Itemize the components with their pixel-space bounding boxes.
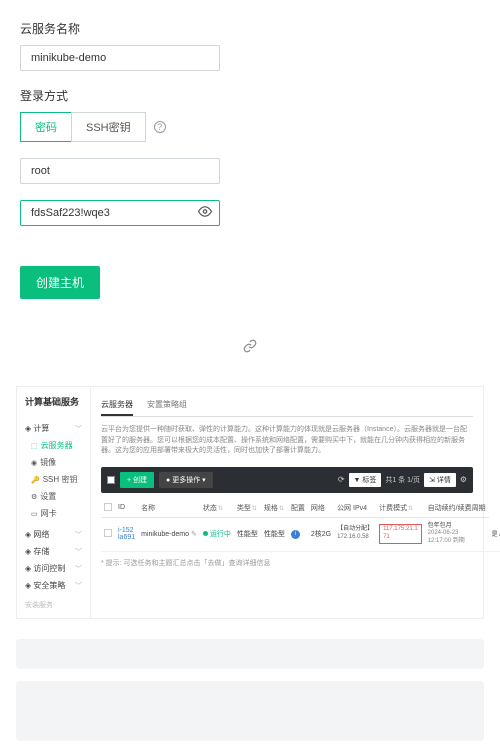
key-icon: 🔑 bbox=[31, 476, 40, 484]
name-label: 云服务名称 bbox=[20, 20, 480, 37]
sidebar-item-settings[interactable]: ⚙设置 bbox=[17, 488, 90, 505]
image-icon: ◉ bbox=[31, 459, 37, 467]
tab-ssh[interactable]: SSH密钥 bbox=[71, 112, 146, 142]
chevron-down-icon: ﹀ bbox=[75, 547, 82, 557]
edit-icon[interactable]: ✎ bbox=[191, 530, 197, 538]
login-method-label: 登录方式 bbox=[20, 87, 480, 104]
table-footnote: * 提示: 可选任务和主题汇总点击「去做」查询详细信息 bbox=[101, 558, 473, 568]
col-status[interactable]: 状态⇅ bbox=[200, 499, 234, 518]
pagination-text: 共1 条 1/页 bbox=[385, 475, 420, 485]
chevron-down-icon: ﹀ bbox=[75, 424, 82, 434]
col-name[interactable]: 名称 bbox=[138, 499, 200, 518]
status-text: 运行中 bbox=[210, 531, 231, 538]
sidebar-group-network[interactable]: ◈ 网络﹀ bbox=[17, 526, 90, 543]
detail-button[interactable]: ⇲ 详情 bbox=[424, 473, 456, 487]
status-dot-icon bbox=[203, 531, 208, 536]
tab-cloud-server[interactable]: 云服务器 bbox=[101, 395, 133, 416]
sidebar-group-compute[interactable]: ◈ 计算﹀ bbox=[17, 420, 90, 437]
settings-icon[interactable]: ⚙ bbox=[460, 475, 467, 484]
sort-icon: ⇅ bbox=[218, 506, 223, 512]
renew-action[interactable]: 是 / 1个月 bbox=[492, 532, 500, 538]
table-row[interactable]: i-152 la691 minikube-demo ✎ 运行中 性能型 性能型 … bbox=[101, 517, 500, 551]
create-host-button[interactable]: 创建主机 bbox=[20, 266, 100, 299]
tab-password[interactable]: 密码 bbox=[20, 112, 72, 142]
sort-icon: ⇅ bbox=[279, 506, 284, 512]
sidebar-item-nic[interactable]: ▭网卡 bbox=[17, 505, 90, 522]
tag-filter[interactable]: ▼ 标签 bbox=[349, 473, 382, 487]
select-all-checkbox[interactable] bbox=[107, 476, 115, 484]
sidebar-title: 计算基础服务 bbox=[17, 395, 90, 416]
refresh-icon[interactable]: ⟳ bbox=[338, 475, 345, 484]
description-text: 云平台为您提供一种随时获取、弹性的计算能力。这种计算能力的体现就是云服务器（In… bbox=[101, 425, 473, 457]
public-ip-box[interactable]: 117.175.21.1 71 bbox=[379, 524, 422, 544]
more-actions-button[interactable]: ● 更多操作 ▾ bbox=[159, 472, 213, 488]
username-input[interactable] bbox=[20, 158, 220, 184]
content-placeholder bbox=[16, 681, 484, 741]
sort-icon: ⇅ bbox=[408, 506, 413, 512]
gear-icon: ⚙ bbox=[31, 493, 37, 501]
col-type[interactable]: 类型⇅ bbox=[234, 499, 261, 518]
col-id[interactable]: ID bbox=[115, 499, 138, 518]
nic-icon: ▭ bbox=[31, 510, 38, 518]
service-name-input[interactable] bbox=[20, 45, 220, 71]
col-billing[interactable]: 计费模式⇅ bbox=[376, 499, 425, 518]
col-network[interactable]: 网络 bbox=[308, 499, 334, 518]
sidebar-item-ssh[interactable]: 🔑SSH 密钥 bbox=[17, 471, 90, 488]
sidebar-item-cloud-server[interactable]: ⬚云服务器 bbox=[17, 437, 90, 454]
info-icon[interactable]: i bbox=[291, 530, 300, 539]
col-config[interactable]: 配置 bbox=[288, 499, 308, 518]
row-checkbox[interactable] bbox=[104, 529, 112, 537]
sidebar-item-image[interactable]: ◉镜像 bbox=[17, 454, 90, 471]
billing-mode: 包年包月 bbox=[428, 523, 486, 531]
region-text: 2核2G bbox=[311, 531, 331, 538]
col-public-ip[interactable]: 公网 IPv4 bbox=[334, 499, 376, 518]
link-icon bbox=[243, 340, 257, 356]
header-checkbox[interactable] bbox=[104, 503, 112, 511]
instance-name: minikube-demo ✎ bbox=[141, 530, 197, 538]
sidebar-group-security[interactable]: ◈ 安全策略﹀ bbox=[17, 577, 90, 594]
server-icon: ⬚ bbox=[31, 442, 38, 450]
col-spec[interactable]: 规格⇅ bbox=[261, 499, 288, 518]
chevron-down-icon: ﹀ bbox=[75, 564, 82, 574]
sidebar-group-storage[interactable]: ◈ 存储﹀ bbox=[17, 543, 90, 560]
network-name[interactable]: 【自动分配】 bbox=[337, 526, 373, 532]
chevron-down-icon: ﹀ bbox=[75, 581, 82, 591]
tab-placement-group[interactable]: 安置策略组 bbox=[147, 395, 187, 416]
eye-icon[interactable] bbox=[198, 205, 212, 222]
sort-icon: ⇅ bbox=[252, 506, 257, 512]
help-icon[interactable]: ? bbox=[154, 121, 166, 133]
instance-id-link[interactable]: i-152 la691 bbox=[118, 527, 135, 541]
sidebar-group-access[interactable]: ◈ 访问控制﹀ bbox=[17, 560, 90, 577]
password-input[interactable] bbox=[20, 200, 220, 226]
private-ip: 172.16.0.58 bbox=[337, 534, 373, 542]
table-header-row: ID 名称 状态⇅ 类型⇅ 规格⇅ 配置 网络 公网 IPv4 计费模式⇅ 自动… bbox=[101, 499, 500, 518]
chevron-down-icon: ﹀ bbox=[75, 530, 82, 540]
col-renew[interactable]: 自动续约/续费周期 bbox=[425, 499, 489, 518]
sidebar-footer: 安装服务 bbox=[17, 594, 90, 610]
type-text: 性能型 bbox=[237, 531, 258, 538]
spec-text: 性能型 bbox=[264, 531, 285, 538]
billing-expiry: 2024-06-23 12:17:00 到期 bbox=[428, 530, 486, 546]
create-button[interactable]: + 创建 bbox=[120, 472, 154, 488]
